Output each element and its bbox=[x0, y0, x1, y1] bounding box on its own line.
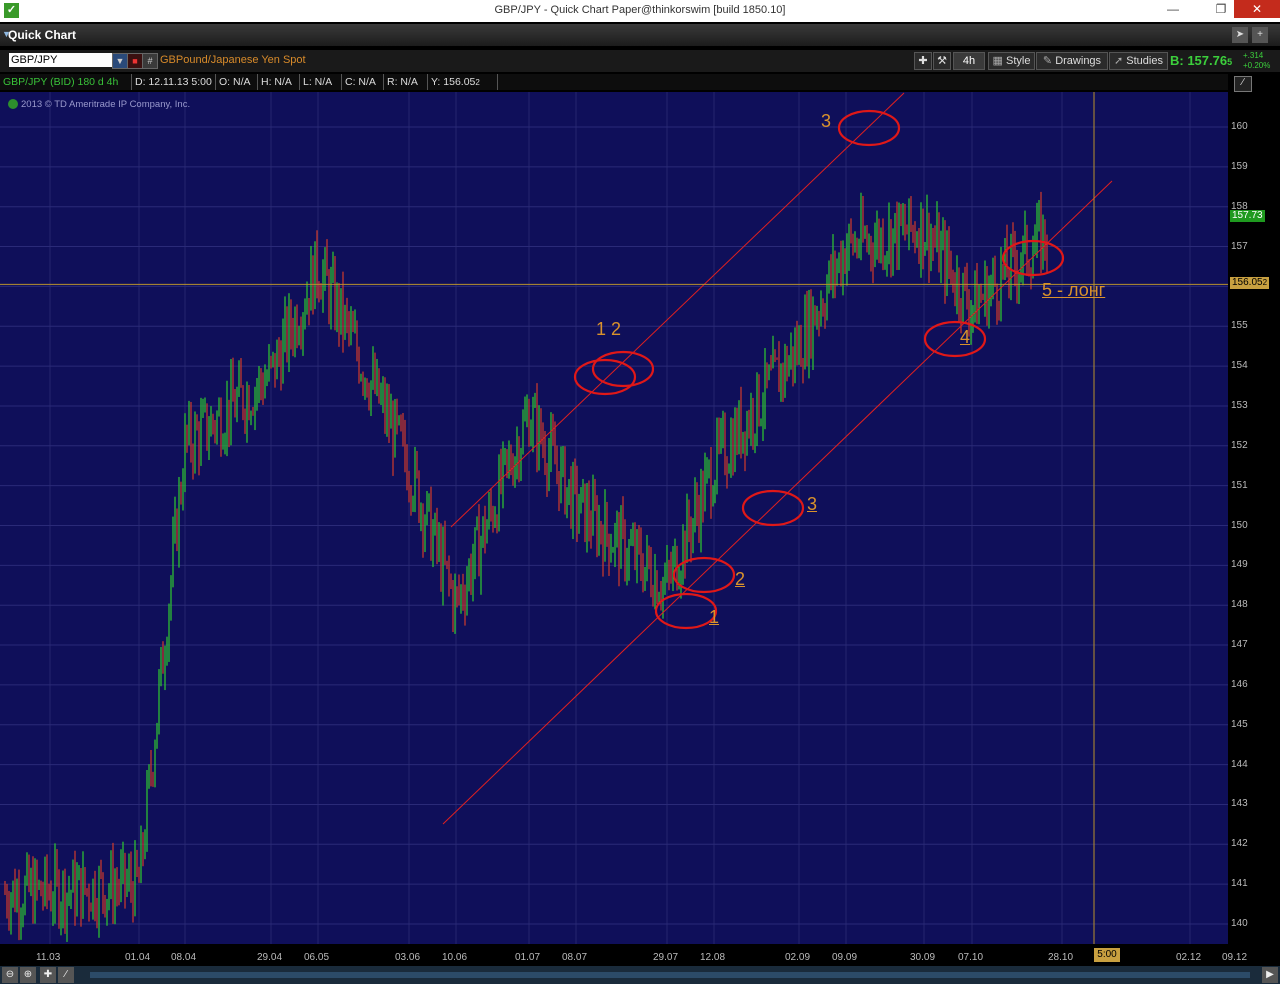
x-tick-label: 01.04 bbox=[125, 952, 151, 963]
y-tick-label: 144 bbox=[1231, 758, 1248, 770]
info-high: H: N/A bbox=[258, 74, 300, 90]
change-pct: +0.20% bbox=[1243, 61, 1271, 70]
chart-info-bar: GBP/JPY (BID) 180 d 4h D: 12.11.13 5:00 … bbox=[0, 74, 1228, 90]
y-tick-label: 148 bbox=[1231, 599, 1248, 611]
annotation-1: 1 bbox=[709, 607, 720, 627]
grid-icon[interactable]: # bbox=[142, 53, 158, 69]
y-tick-label: 151 bbox=[1231, 479, 1248, 491]
info-symbol: GBP/JPY (BID) 180 d 4h bbox=[0, 74, 132, 90]
wrench-icon[interactable]: ⚒ bbox=[933, 52, 951, 70]
x-tick-label: 09.12 bbox=[1222, 952, 1248, 963]
info-y: Y: 156.052 bbox=[428, 74, 498, 90]
pan-icon[interactable]: ✚ bbox=[40, 967, 56, 983]
scroll-right-icon[interactable]: ▶ bbox=[1262, 967, 1278, 983]
zoom-out-icon[interactable]: ⊖ bbox=[2, 967, 18, 983]
studies-label: Studies bbox=[1126, 55, 1163, 67]
x-tick-label: 30.09 bbox=[910, 952, 936, 963]
y-tick-label: 146 bbox=[1231, 678, 1248, 690]
x-tick-label: 08.07 bbox=[562, 952, 588, 963]
symbol-dropdown-icon[interactable]: ▼ bbox=[112, 53, 128, 69]
y-tick-label: 147 bbox=[1231, 639, 1248, 651]
x-tick-label: 07.10 bbox=[958, 952, 984, 963]
annotation-1-2: 1 2 bbox=[596, 319, 622, 339]
time-marker: 5:00 bbox=[1094, 948, 1120, 962]
y-tick-label: 157 bbox=[1231, 240, 1248, 252]
info-open: O: N/A bbox=[216, 74, 258, 90]
info-range: R: N/A bbox=[384, 74, 428, 90]
tos-logo-icon bbox=[8, 99, 18, 110]
symbol-description: GBPound/Japanese Yen Spot bbox=[160, 54, 306, 66]
x-tick-label: 02.09 bbox=[785, 952, 811, 963]
chart-mode-icon[interactable]: ∕ bbox=[1234, 76, 1252, 92]
studies-icon: ➚ bbox=[1114, 55, 1127, 67]
timeframe-select[interactable]: 4h bbox=[953, 52, 985, 70]
copyright-text: 2013 © TD Ameritrade IP Company, Inc. bbox=[8, 99, 190, 110]
info-date: D: 12.11.13 5:00 bbox=[132, 74, 216, 90]
style-label: Style bbox=[1005, 55, 1031, 67]
x-tick-label: 06.05 bbox=[304, 952, 330, 963]
scroll-track[interactable] bbox=[90, 972, 1250, 978]
x-tick-label: 11.03 bbox=[36, 952, 61, 963]
y-tick-label: 149 bbox=[1231, 559, 1248, 571]
annotation-3-top: 3 bbox=[821, 111, 832, 131]
x-tick-label: 02.12 bbox=[1176, 952, 1202, 963]
x-tick-label: 10.06 bbox=[442, 952, 468, 963]
style-button[interactable]: ▦ Style bbox=[988, 52, 1035, 70]
drawings-label: Drawings bbox=[1055, 55, 1102, 67]
y-tick-label: 155 bbox=[1231, 320, 1248, 332]
pencil-icon: ✎ bbox=[1042, 55, 1056, 67]
maximize-button[interactable]: ❐ bbox=[1206, 0, 1236, 18]
annotation-5-long: 5 - лонг bbox=[1042, 280, 1106, 300]
plot-background bbox=[0, 92, 1228, 944]
annotation-3: 3 bbox=[807, 494, 818, 514]
quick-chart-label: Quick Chart bbox=[8, 28, 77, 42]
close-button[interactable]: ✕ bbox=[1234, 0, 1280, 18]
draw-line-icon[interactable]: ∕ bbox=[58, 967, 74, 983]
x-tick-label: 12.08 bbox=[700, 952, 726, 963]
y-tick-label: 153 bbox=[1231, 399, 1248, 411]
y-tick-label: 140 bbox=[1231, 918, 1248, 929]
y-tick-label: 150 bbox=[1231, 519, 1248, 531]
y-tick-label: 154 bbox=[1231, 360, 1248, 372]
drawings-button[interactable]: ✎ Drawings bbox=[1036, 52, 1108, 70]
y-tick-label: 159 bbox=[1231, 160, 1248, 172]
symbol-input[interactable]: GBP/JPY bbox=[9, 53, 113, 67]
options-icon[interactable]: + bbox=[1252, 27, 1268, 43]
x-tick-label: 29.04 bbox=[257, 952, 283, 963]
y-tick-label: 160 bbox=[1231, 121, 1248, 132]
minimize-button[interactable]: — bbox=[1158, 0, 1188, 18]
change-abs: +.314 bbox=[1243, 51, 1264, 60]
price-chart[interactable] bbox=[0, 92, 1228, 944]
cursor-price-tag: 156.052 bbox=[1230, 277, 1270, 289]
info-low: L: N/A bbox=[300, 74, 342, 90]
annotation-4: 4 bbox=[960, 327, 971, 347]
quick-chart-header: ▼ Quick Chart ➤ + bbox=[0, 24, 1280, 46]
y-tick-label: 145 bbox=[1231, 718, 1248, 730]
pin-icon[interactable]: ➤ bbox=[1232, 27, 1248, 43]
studies-button[interactable]: ➚ Studies bbox=[1109, 52, 1168, 70]
chart-toolbar: GBP/JPY ▼ ■ # GBPound/Japanese Yen Spot … bbox=[0, 50, 1280, 72]
window-title: GBP/JPY - Quick Chart Paper@thinkorswim … bbox=[494, 4, 786, 16]
x-tick-label: 03.06 bbox=[395, 952, 421, 963]
x-tick-label: 28.10 bbox=[1048, 952, 1074, 963]
y-tick-label: 143 bbox=[1231, 798, 1248, 810]
zoom-in-icon[interactable]: ⊕ bbox=[20, 967, 36, 983]
crosshair-icon[interactable]: ✚ bbox=[914, 52, 932, 70]
link-icon[interactable]: ■ bbox=[127, 53, 143, 69]
info-close: C: N/A bbox=[342, 74, 384, 90]
x-tick-label: 09.09 bbox=[832, 952, 858, 963]
window-titlebar: ✓ GBP/JPY - Quick Chart Paper@thinkorswi… bbox=[0, 0, 1280, 22]
last-price-tag: 157.73 bbox=[1230, 210, 1265, 222]
y-tick-label: 141 bbox=[1231, 878, 1248, 890]
x-tick-label: 01.07 bbox=[515, 952, 541, 963]
style-icon: ▦ bbox=[992, 55, 1006, 67]
x-tick-label: 08.04 bbox=[171, 952, 197, 963]
chart-scrollbar[interactable]: ⊖ ⊕ ✚ ∕ ▶ bbox=[0, 966, 1280, 984]
y-tick-label: 152 bbox=[1231, 439, 1248, 451]
annotation-2: 2 bbox=[735, 569, 746, 589]
x-tick-label: 29.07 bbox=[653, 952, 679, 963]
bid-price: B: 157.765 bbox=[1170, 53, 1233, 68]
y-tick-label: 142 bbox=[1231, 838, 1248, 850]
